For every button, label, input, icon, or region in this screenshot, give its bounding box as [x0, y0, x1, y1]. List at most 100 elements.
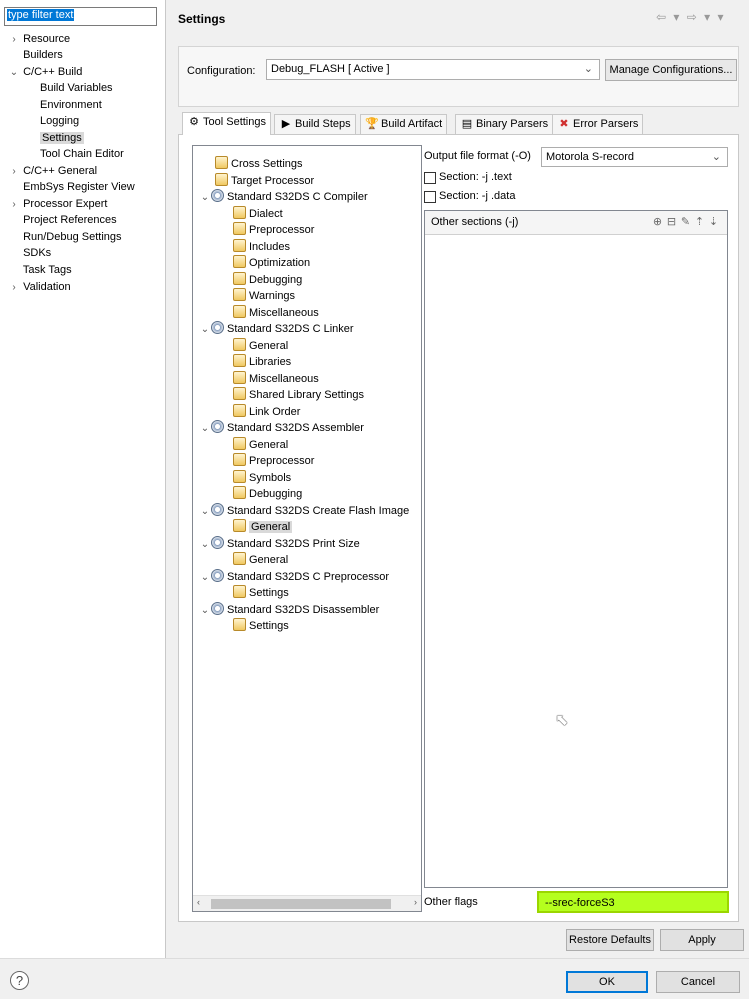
- chevron-down-icon[interactable]: ⌄: [8, 65, 20, 81]
- apply-button[interactable]: Apply: [660, 929, 744, 951]
- nav-item-cpp-general[interactable]: › C/C++ General: [8, 163, 97, 179]
- tree-item-debugging[interactable]: Debugging: [233, 272, 302, 288]
- nav-item-tool-chain-editor[interactable]: Tool Chain Editor: [28, 146, 124, 162]
- nav-item-run-debug-settings[interactable]: Run/Debug Settings: [8, 229, 121, 245]
- nav-item-task-tags[interactable]: Task Tags: [8, 262, 72, 278]
- output-format-select[interactable]: Motorola S-record ⌄: [541, 147, 728, 167]
- configuration-group: Configuration: Debug_FLASH [ Active ] ⌄ …: [178, 46, 739, 107]
- tree-item-dialect[interactable]: Dialect: [233, 206, 283, 222]
- tree-item-c-linker[interactable]: ⌄ Standard S32DS C Linker: [199, 321, 354, 337]
- tree-item-optimization[interactable]: Optimization: [233, 255, 310, 271]
- scrollbar-thumb[interactable]: [211, 899, 391, 909]
- chevron-down-icon[interactable]: ⌄: [199, 322, 211, 338]
- add-icon[interactable]: ⊕: [652, 215, 666, 228]
- tree-item-settings[interactable]: Settings: [233, 618, 289, 634]
- nav-label: Tool Chain Editor: [40, 148, 124, 160]
- configuration-select[interactable]: Debug_FLASH [ Active ] ⌄: [266, 59, 600, 80]
- nav-label: Project References: [23, 214, 117, 226]
- scroll-left-icon[interactable]: ‹: [197, 897, 200, 907]
- tree-item-miscellaneous[interactable]: Miscellaneous: [233, 305, 319, 321]
- settings-page-icon: [233, 486, 246, 499]
- chevron-down-icon[interactable]: ⌄: [199, 421, 211, 437]
- tree-item-general-selected[interactable]: General: [233, 519, 293, 535]
- help-icon[interactable]: ?: [10, 971, 29, 990]
- tree-item-general[interactable]: General: [233, 338, 288, 354]
- section-data-checkbox[interactable]: [424, 191, 436, 203]
- chevron-down-icon[interactable]: ⌄: [199, 603, 211, 619]
- nav-item-settings[interactable]: Settings: [28, 130, 84, 146]
- tree-item-libraries[interactable]: Libraries: [233, 354, 291, 370]
- move-up-icon[interactable]: ⇡: [694, 215, 708, 228]
- nav-item-processor-expert[interactable]: › Processor Expert: [8, 196, 107, 212]
- nav-item-logging[interactable]: Logging: [28, 113, 79, 129]
- tree-label: Standard S32DS Create Flash Image: [227, 505, 410, 517]
- tree-item-general[interactable]: General: [233, 437, 288, 453]
- tool-settings-tree[interactable]: Cross Settings Target Processor ⌄ Standar…: [192, 145, 422, 912]
- scroll-right-icon[interactable]: ›: [414, 897, 417, 907]
- restore-defaults-button[interactable]: Restore Defaults: [566, 929, 654, 951]
- tree-item-symbols[interactable]: Symbols: [233, 470, 291, 486]
- tree-item-includes[interactable]: Includes: [233, 239, 290, 255]
- nav-item-sdks[interactable]: SDKs: [8, 245, 51, 261]
- other-sections-list[interactable]: Other sections (-j) ⊕ ⊟ ✎ ⇡ ⇣: [424, 210, 728, 888]
- chevron-down-icon: ⌄: [583, 63, 593, 75]
- chevron-right-icon[interactable]: ›: [8, 32, 20, 48]
- tree-item-assembler[interactable]: ⌄ Standard S32DS Assembler: [199, 420, 364, 436]
- tree-item-warnings[interactable]: Warnings: [233, 288, 295, 304]
- nav-item-environment[interactable]: Environment: [28, 97, 102, 113]
- tree-item-miscellaneous[interactable]: Miscellaneous: [233, 371, 319, 387]
- chevron-down-icon[interactable]: ⌄: [199, 537, 211, 553]
- chevron-right-icon[interactable]: ›: [8, 197, 20, 213]
- tree-item-target-processor[interactable]: Target Processor: [215, 173, 314, 189]
- tab-error-parsers[interactable]: ✖ Error Parsers: [552, 114, 644, 134]
- tree-item-shared-library-settings[interactable]: Shared Library Settings: [233, 387, 364, 403]
- nav-item-validation[interactable]: › Validation: [8, 279, 70, 296]
- settings-page-icon: [233, 222, 246, 235]
- trophy-icon: 🏆: [365, 118, 379, 130]
- tree-item-link-order[interactable]: Link Order: [233, 404, 300, 420]
- section-text-checkbox[interactable]: [424, 172, 436, 184]
- section-text-label: Section: -j .text: [439, 171, 512, 183]
- tree-item-create-flash-image[interactable]: ⌄ Standard S32DS Create Flash Image: [199, 503, 409, 519]
- nav-item-embsys-register-view[interactable]: EmbSys Register View: [8, 179, 135, 195]
- settings-page-icon: [233, 585, 246, 598]
- tree-item-preprocessor[interactable]: Preprocessor: [233, 453, 314, 469]
- other-flags-value: --srec-forceS3: [545, 897, 615, 909]
- filter-input[interactable]: type filter text: [4, 7, 157, 26]
- tree-item-disassembler[interactable]: ⌄ Standard S32DS Disassembler: [199, 602, 379, 618]
- history-nav-arrows-icon[interactable]: ⇦ ▾ ⇨ ▾ ▾: [656, 10, 726, 24]
- nav-item-project-references[interactable]: Project References: [8, 212, 117, 228]
- manage-configurations-button[interactable]: Manage Configurations...: [605, 59, 737, 81]
- other-flags-input[interactable]: --srec-forceS3: [537, 891, 729, 913]
- edit-icon[interactable]: ✎: [680, 215, 694, 228]
- tree-label: Optimization: [249, 257, 311, 269]
- ok-button[interactable]: OK: [566, 971, 648, 993]
- chevron-down-icon[interactable]: ⌄: [199, 570, 211, 586]
- chevron-right-icon[interactable]: ›: [8, 164, 20, 180]
- tree-item-settings[interactable]: Settings: [233, 585, 289, 601]
- tab-binary-parsers[interactable]: ▤ Binary Parsers: [455, 114, 554, 134]
- tree-item-print-size[interactable]: ⌄ Standard S32DS Print Size: [199, 536, 360, 552]
- chevron-down-icon[interactable]: ⌄: [199, 190, 211, 206]
- tab-tool-settings[interactable]: ⚙ Tool Settings: [182, 112, 271, 135]
- nav-label: C/C++ General: [23, 165, 98, 177]
- chevron-down-icon[interactable]: ⌄: [199, 504, 211, 520]
- tree-item-preprocessor[interactable]: Preprocessor: [233, 222, 314, 238]
- nav-item-build-variables[interactable]: Build Variables: [28, 80, 113, 96]
- tree-item-c-preprocessor[interactable]: ⌄ Standard S32DS C Preprocessor: [199, 569, 389, 585]
- nav-item-cpp-build[interactable]: ⌄ C/C++ Build: [8, 64, 83, 81]
- chevron-right-icon[interactable]: ›: [8, 280, 20, 296]
- nav-item-resource[interactable]: › Resource: [8, 31, 70, 47]
- tree-item-general[interactable]: General: [233, 552, 288, 568]
- cancel-button[interactable]: Cancel: [656, 971, 740, 993]
- tree-item-c-compiler[interactable]: ⌄ Standard S32DS C Compiler: [199, 189, 368, 205]
- delete-icon[interactable]: ⊟: [666, 215, 680, 228]
- tab-build-artifact[interactable]: 🏆 Build Artifact: [360, 114, 448, 134]
- move-down-icon[interactable]: ⇣: [708, 215, 722, 228]
- configuration-label: Configuration:: [187, 65, 256, 77]
- tree-item-debugging[interactable]: Debugging: [233, 486, 302, 502]
- nav-item-builders[interactable]: Builders: [8, 47, 63, 63]
- tree-horizontal-scrollbar[interactable]: ‹ ›: [193, 895, 421, 911]
- tab-build-steps[interactable]: ▶ Build Steps: [274, 114, 356, 134]
- tree-item-cross-settings[interactable]: Cross Settings: [215, 156, 303, 172]
